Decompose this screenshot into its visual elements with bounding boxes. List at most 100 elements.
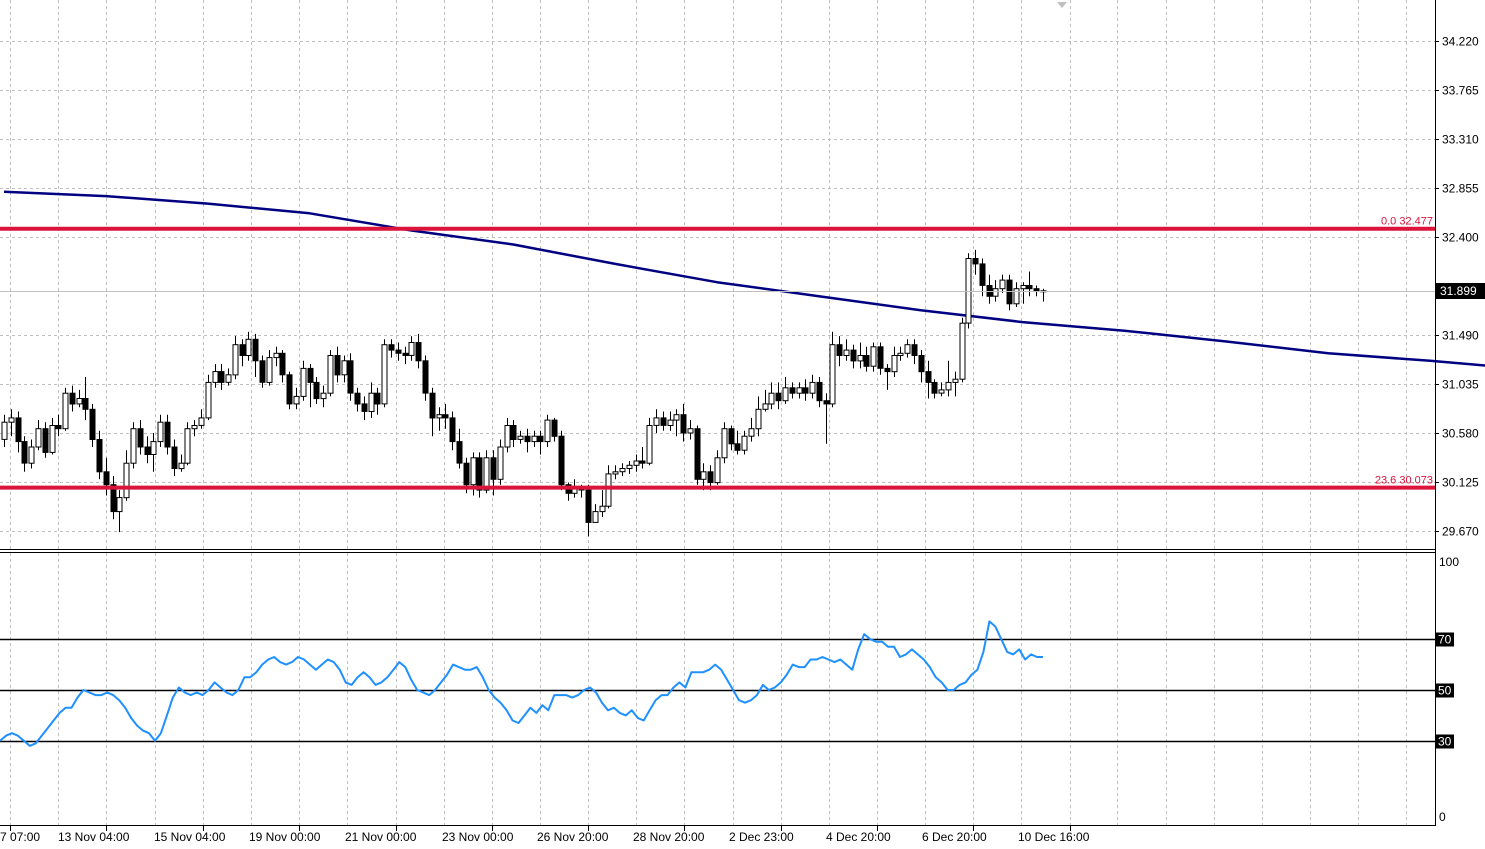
candle-body xyxy=(762,403,769,410)
candle-body xyxy=(633,460,640,466)
osc-level-label-1: 50 xyxy=(1438,684,1452,698)
candle-body xyxy=(755,408,762,430)
candle-body xyxy=(544,419,551,443)
price-tick-label-2: 33.310 xyxy=(1442,133,1479,147)
candle-body xyxy=(279,352,286,376)
candle-body xyxy=(884,367,891,373)
candle-body xyxy=(660,417,667,426)
candle-body xyxy=(986,285,993,297)
time-tick-label-2: 15 Nov 04:00 xyxy=(154,830,226,844)
candle-body xyxy=(796,387,803,394)
candle-106 xyxy=(721,422,728,464)
candle-body xyxy=(320,392,327,400)
candle-body xyxy=(116,497,123,513)
candle-body xyxy=(476,457,483,491)
candle-body xyxy=(259,360,266,383)
level-label-1: 23.6 30.073 xyxy=(1375,475,1433,487)
candle-body xyxy=(273,352,280,359)
candle-body xyxy=(402,352,409,356)
candle-body xyxy=(42,428,49,453)
candle-body xyxy=(178,462,185,470)
candle-body xyxy=(28,446,35,464)
candle-body xyxy=(605,473,612,507)
candle-body xyxy=(992,288,999,297)
price-tick-label-7: 30.580 xyxy=(1442,427,1479,441)
candle-body xyxy=(307,367,314,383)
candle-body xyxy=(490,457,497,480)
candle-body xyxy=(945,381,952,391)
candle-body xyxy=(667,419,674,427)
candle-48 xyxy=(327,350,334,397)
time-tick-label-3: 19 Nov 00:00 xyxy=(249,830,321,844)
candle-body xyxy=(768,392,775,405)
candle-body xyxy=(775,392,782,402)
candle-body xyxy=(245,338,252,356)
candle-body xyxy=(415,342,422,362)
candle-body xyxy=(408,342,415,356)
candle-body xyxy=(612,471,619,475)
candle-body xyxy=(999,279,1006,290)
candle-body xyxy=(626,464,633,469)
time-tick-label-9: 4 Dec 20:00 xyxy=(826,830,891,844)
candle-body xyxy=(965,258,972,324)
price-tick-label-8: 30.125 xyxy=(1442,476,1479,490)
time-tick-label-4: 21 Nov 00:00 xyxy=(345,830,417,844)
candle-body xyxy=(164,421,171,448)
candle-body xyxy=(293,395,300,405)
candle-body xyxy=(843,349,850,357)
candle-body xyxy=(374,392,381,405)
candle-body xyxy=(585,489,592,523)
candle-body xyxy=(62,392,69,430)
candle-body xyxy=(911,344,918,357)
candle-body xyxy=(21,441,28,464)
candle-body xyxy=(449,417,456,443)
candle-body xyxy=(857,355,864,362)
candle-body xyxy=(442,414,449,419)
candle-body xyxy=(802,387,809,394)
candle-body xyxy=(300,367,307,397)
candle-body xyxy=(952,378,959,383)
candle-body xyxy=(137,428,144,448)
candle-body xyxy=(829,344,836,405)
osc-level-label-0: 70 xyxy=(1438,633,1452,647)
price-tick-label-3: 32.855 xyxy=(1442,182,1479,196)
candle-body xyxy=(599,505,606,513)
current-price-label: 31.899 xyxy=(1440,284,1477,298)
candle-body xyxy=(1,421,8,440)
candle-body xyxy=(728,428,735,445)
time-tick-label-7: 28 Nov 20:00 xyxy=(633,830,705,844)
candle-body xyxy=(897,352,904,356)
candle-body xyxy=(959,322,966,380)
candle-body xyxy=(171,446,178,469)
candle-body xyxy=(103,471,110,486)
candle-body xyxy=(592,511,599,523)
candle-body xyxy=(721,428,728,459)
candle-body xyxy=(497,446,504,480)
candle-body xyxy=(531,435,538,443)
time-tick-label-6: 26 Nov 20:00 xyxy=(537,830,609,844)
candle-body xyxy=(850,349,857,362)
candle-body xyxy=(313,381,320,400)
candle-body xyxy=(354,392,361,405)
candle-body xyxy=(938,389,945,394)
time-tick-label-1: 13 Nov 04:00 xyxy=(58,830,130,844)
candle-body xyxy=(89,408,96,440)
candle-body xyxy=(368,392,375,413)
candle-body xyxy=(266,357,273,383)
trading-chart: 0.0 32.477 23.6 30.073 34.220 33.765 33.310… xyxy=(0,0,1485,849)
candle-body xyxy=(918,355,925,373)
candle-body xyxy=(646,425,653,464)
candle-body xyxy=(212,371,219,383)
candle-body xyxy=(972,258,979,265)
candle-body xyxy=(1013,288,1020,305)
candle-body xyxy=(55,425,62,430)
candle-body xyxy=(239,344,246,357)
candle-body xyxy=(558,435,565,486)
candle-body xyxy=(361,403,368,412)
candle-body xyxy=(225,374,232,383)
candle-body xyxy=(680,414,687,434)
candle-body xyxy=(218,371,225,383)
candle-body xyxy=(823,400,830,405)
candle-body xyxy=(82,398,89,410)
price-tick-label-6: 31.035 xyxy=(1442,378,1479,392)
